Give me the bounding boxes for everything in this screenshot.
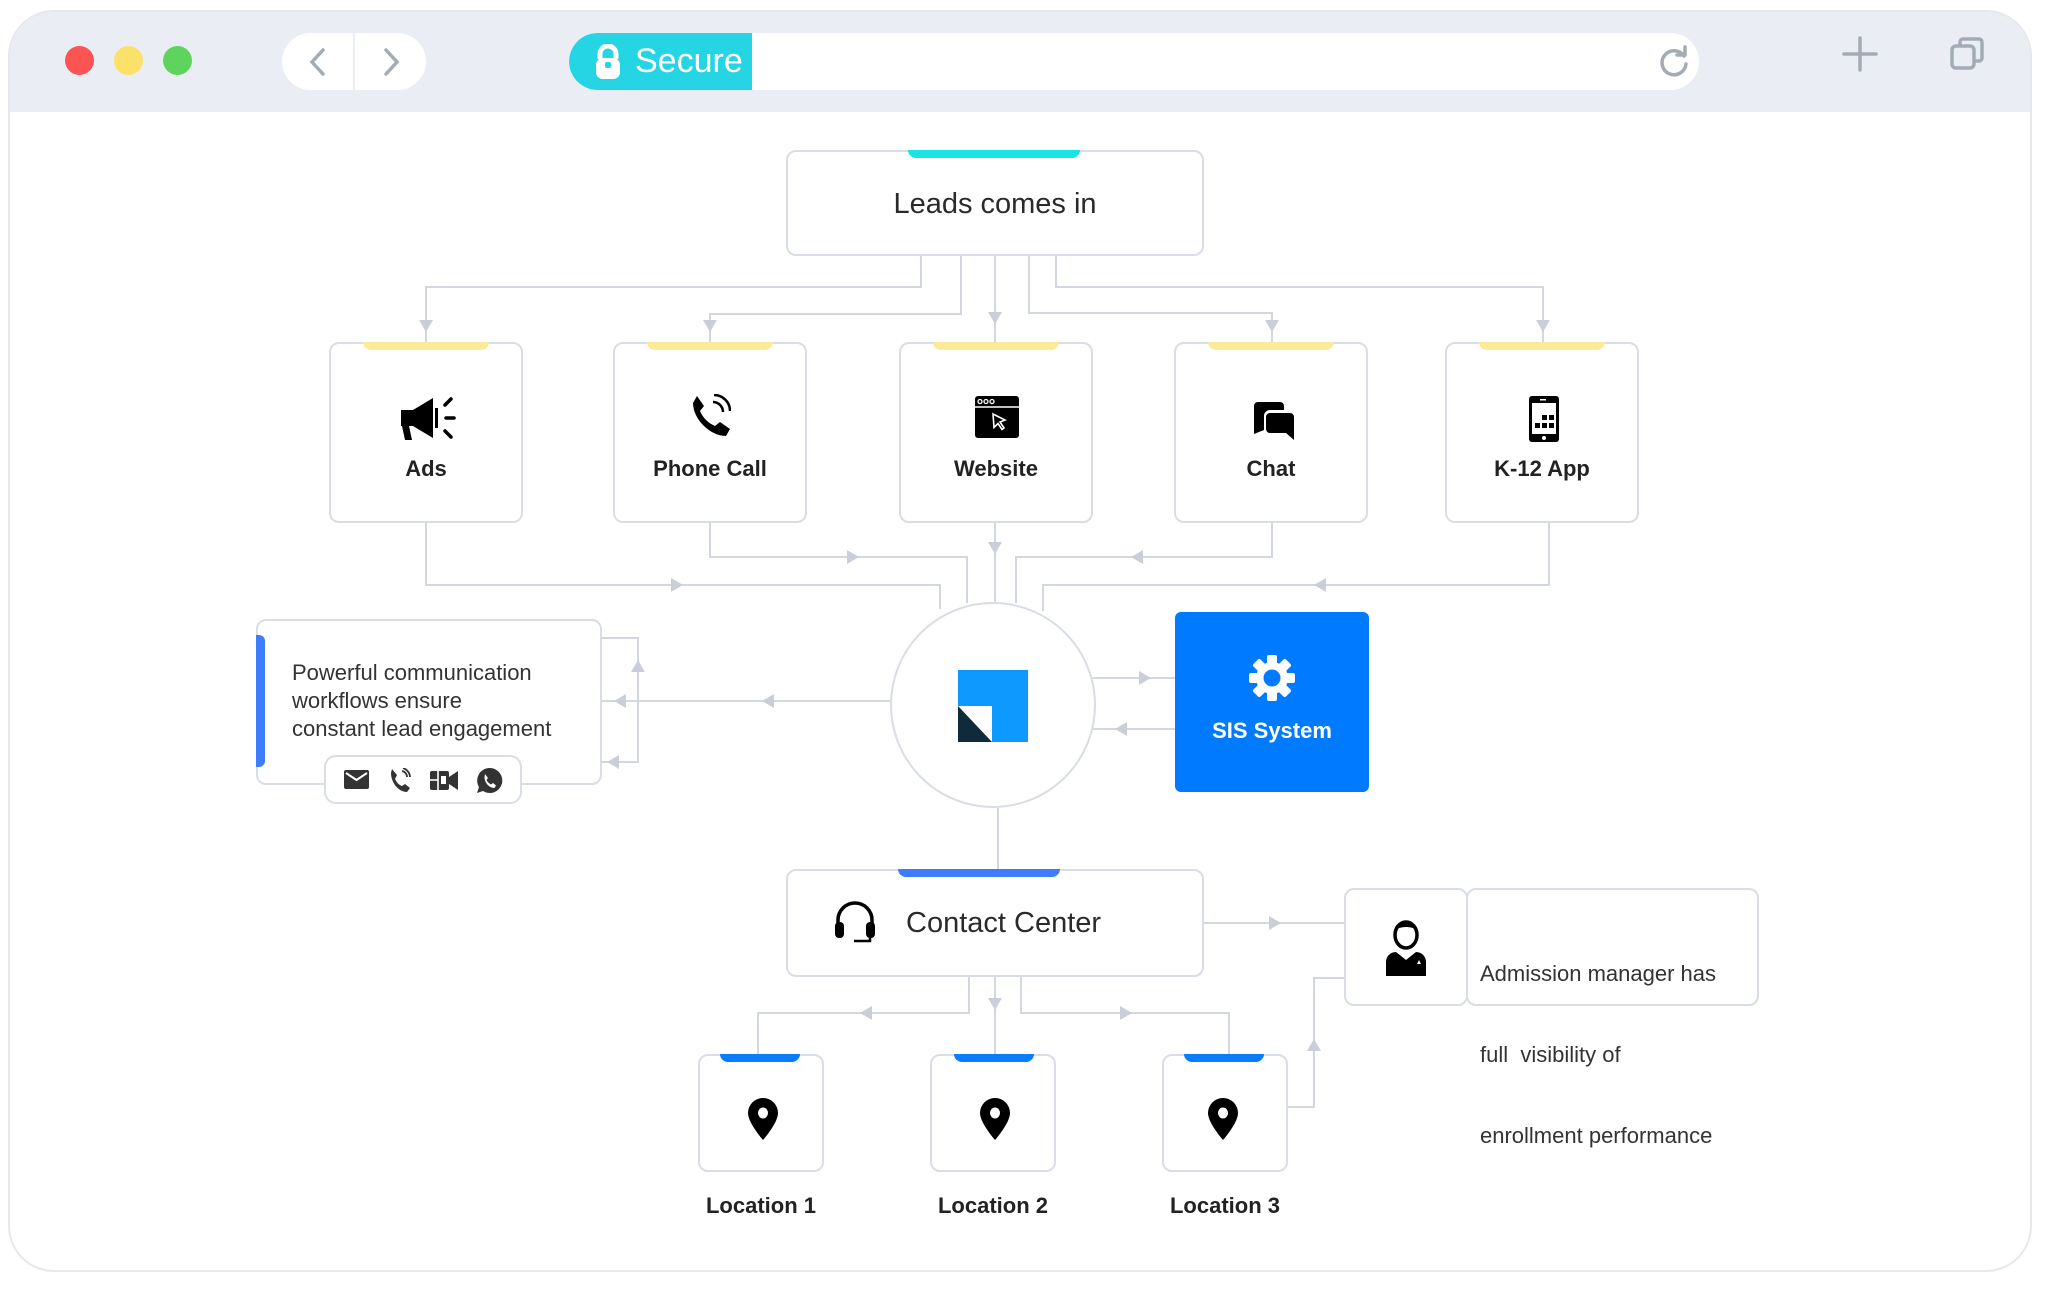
connector-line bbox=[1015, 523, 1273, 603]
map-pin-icon bbox=[980, 1098, 1010, 1140]
arrow-head-icon bbox=[988, 998, 1002, 1010]
admission-text: Admission manager has full visibility of… bbox=[1480, 906, 1716, 1203]
arrow-head-icon bbox=[614, 694, 626, 708]
mobile-app-icon bbox=[1529, 396, 1559, 442]
arrow-head-icon bbox=[703, 320, 717, 332]
arrow-head-icon bbox=[847, 550, 859, 564]
connector-line bbox=[709, 523, 968, 603]
communication-channel-tray bbox=[324, 755, 522, 804]
channel-label: Phone Call bbox=[653, 456, 767, 481]
location-accent-bar bbox=[954, 1054, 1034, 1062]
video-icon[interactable] bbox=[430, 768, 458, 792]
connector-line bbox=[1028, 256, 1273, 342]
location-card-2[interactable] bbox=[930, 1054, 1056, 1172]
arrow-head-icon bbox=[419, 320, 433, 332]
source-accent-bar bbox=[908, 150, 1080, 158]
channel-accent-bar bbox=[933, 342, 1059, 350]
channel-accent-bar bbox=[363, 342, 489, 350]
phone-call-icon bbox=[693, 394, 731, 436]
email-icon[interactable] bbox=[344, 770, 369, 789]
gear-icon bbox=[1249, 655, 1295, 701]
arrow-head-icon bbox=[762, 694, 774, 708]
channel-label: Website bbox=[954, 456, 1038, 481]
arrow-head-icon bbox=[1536, 320, 1550, 332]
admission-text-line: full visibility of bbox=[1480, 1042, 1621, 1067]
location-label: Location 2 bbox=[937, 1193, 1048, 1218]
arrow-head-icon bbox=[860, 1006, 872, 1020]
leads-source-box: Leads comes in bbox=[786, 150, 1204, 256]
connector-line bbox=[425, 523, 941, 609]
communication-text-line: constant lead engagement bbox=[292, 716, 552, 741]
admission-manager-text-box: Admission manager has full visibility of… bbox=[1466, 888, 1759, 1148]
arrow-head-icon bbox=[607, 755, 619, 769]
arrow-head-icon bbox=[1265, 320, 1279, 332]
location-card-1[interactable] bbox=[698, 1054, 824, 1172]
chat-icon bbox=[1254, 402, 1294, 440]
connector-line bbox=[1055, 256, 1544, 342]
platform-hub[interactable] bbox=[890, 602, 1096, 808]
location-card-3[interactable] bbox=[1162, 1054, 1288, 1172]
arrow-head-icon bbox=[1307, 1039, 1321, 1051]
channel-label: Chat bbox=[1246, 456, 1296, 481]
arrow-head-icon bbox=[671, 578, 683, 592]
connector-line bbox=[709, 256, 962, 342]
channel-label: Ads bbox=[405, 456, 447, 481]
phone-icon[interactable] bbox=[389, 768, 411, 792]
connector-line bbox=[1042, 523, 1550, 611]
sis-system-box[interactable]: SIS System bbox=[1175, 612, 1369, 792]
arrow-head-icon bbox=[1314, 578, 1326, 592]
arrow-head-icon bbox=[1139, 671, 1151, 685]
megaphone-icon bbox=[401, 397, 456, 440]
sis-label: SIS System bbox=[1212, 718, 1332, 743]
contact-center-label: Contact Center bbox=[906, 907, 1102, 939]
arrow-head-icon bbox=[988, 542, 1002, 554]
communication-accent-bar bbox=[256, 635, 265, 767]
channel-card-k12-app[interactable]: K-12 App bbox=[1445, 342, 1639, 523]
channel-accent-bar bbox=[647, 342, 773, 350]
website-icon bbox=[975, 396, 1019, 438]
headset-icon bbox=[835, 901, 875, 943]
arrow-head-icon bbox=[631, 660, 645, 672]
location-label: Location 3 bbox=[1169, 1193, 1280, 1218]
contact-center-accent-bar bbox=[898, 869, 1060, 877]
channel-card-website[interactable]: Website bbox=[899, 342, 1093, 523]
channel-accent-bar bbox=[1208, 342, 1334, 350]
channel-label: K-12 App bbox=[1494, 456, 1590, 481]
map-pin-icon bbox=[748, 1098, 778, 1140]
location-label: Location 1 bbox=[705, 1193, 816, 1218]
arrow-head-icon bbox=[1131, 550, 1143, 564]
whatsapp-icon[interactable] bbox=[476, 767, 503, 794]
admission-manager-icon-box bbox=[1344, 888, 1468, 1006]
channel-card-chat[interactable]: Chat bbox=[1174, 342, 1368, 523]
map-pin-icon bbox=[1208, 1098, 1238, 1140]
connector-line bbox=[757, 977, 970, 1054]
admission-text-line: Admission manager has bbox=[1480, 961, 1717, 986]
arrow-head-icon bbox=[1269, 916, 1281, 930]
channel-card-ads[interactable]: Ads bbox=[329, 342, 523, 523]
location-accent-bar bbox=[720, 1054, 800, 1062]
platform-logo-icon bbox=[958, 670, 1028, 742]
channel-card-phone-call[interactable]: Phone Call bbox=[613, 342, 807, 523]
admission-text-line: enrollment performance bbox=[1480, 1123, 1713, 1148]
communication-text-line: workflows ensure bbox=[292, 688, 462, 713]
connector-line bbox=[425, 256, 922, 342]
contact-center-box[interactable]: Contact Center bbox=[786, 869, 1204, 977]
manager-icon bbox=[1386, 920, 1426, 976]
communication-text: Powerful communication workflows ensure … bbox=[292, 659, 551, 743]
channel-accent-bar bbox=[1479, 342, 1605, 350]
arrow-head-icon bbox=[988, 312, 1002, 324]
source-label: Leads comes in bbox=[893, 188, 1097, 220]
location-accent-bar bbox=[1184, 1054, 1264, 1062]
arrow-head-icon bbox=[1120, 1006, 1132, 1020]
communication-text-line: Powerful communication bbox=[292, 660, 532, 685]
arrow-head-icon bbox=[1115, 722, 1127, 736]
